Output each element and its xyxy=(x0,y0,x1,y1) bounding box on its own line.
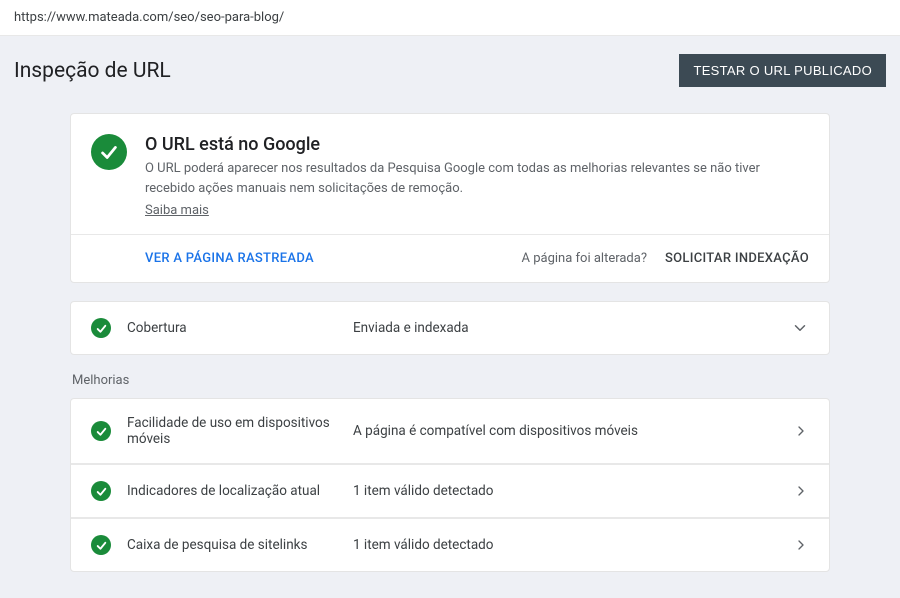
improvement-row-breadcrumb[interactable]: Indicadores de localização atual 1 item … xyxy=(71,464,829,518)
test-url-button[interactable]: TESTAR O URL PUBLICADO xyxy=(679,54,886,87)
main-content: O URL está no Google O URL poderá aparec… xyxy=(0,97,900,596)
card-actions: VER A PÁGINA RASTREADA A página foi alte… xyxy=(71,234,829,282)
learn-more-link[interactable]: Saiba mais xyxy=(145,203,209,218)
request-indexing-button[interactable]: SOLICITAR INDEXAÇÃO xyxy=(665,251,809,266)
page-title: Inspeção de URL xyxy=(14,59,171,83)
status-header: O URL está no Google O URL poderá aparec… xyxy=(71,114,829,234)
improvement-value: 1 item válido detectado xyxy=(353,483,777,499)
chevron-right-icon xyxy=(793,483,809,499)
chevron-right-icon xyxy=(793,423,809,439)
check-success-icon xyxy=(91,481,111,501)
view-crawled-button[interactable]: VER A PÁGINA RASTREADA xyxy=(145,251,314,266)
coverage-card: Cobertura Enviada e indexada xyxy=(70,301,830,355)
improvement-row-sitelinks[interactable]: Caixa de pesquisa de sitelinks 1 item vá… xyxy=(71,518,829,571)
improvements-label: Melhorias xyxy=(72,373,830,388)
improvement-label: Caixa de pesquisa de sitelinks xyxy=(127,537,337,553)
right-actions: A página foi alterada? SOLICITAR INDEXAÇ… xyxy=(522,251,810,266)
chevron-right-icon xyxy=(793,537,809,553)
chevron-down-icon xyxy=(791,319,809,337)
coverage-row[interactable]: Cobertura Enviada e indexada xyxy=(71,302,829,354)
status-text: O URL está no Google O URL poderá aparec… xyxy=(145,134,809,218)
coverage-label: Cobertura xyxy=(127,320,337,336)
status-heading: O URL está no Google xyxy=(145,134,809,155)
url-bar[interactable]: https://www.mateada.com/seo/seo-para-blo… xyxy=(0,0,900,36)
header-row: Inspeção de URL TESTAR O URL PUBLICADO xyxy=(0,36,900,97)
check-success-icon xyxy=(91,421,111,441)
check-success-icon xyxy=(91,318,111,338)
check-success-icon xyxy=(91,134,127,170)
status-description: O URL poderá aparecer nos resultados da … xyxy=(145,159,809,198)
improvements-card: Facilidade de uso em dispositivos móveis… xyxy=(70,398,830,572)
coverage-value: Enviada e indexada xyxy=(353,320,775,336)
status-card: O URL está no Google O URL poderá aparec… xyxy=(70,113,830,283)
improvement-label: Indicadores de localização atual xyxy=(127,483,337,499)
improvement-label: Facilidade de uso em dispositivos móveis xyxy=(127,415,337,447)
page-changed-text: A página foi alterada? xyxy=(522,251,647,266)
improvement-value: A página é compatível com dispositivos m… xyxy=(353,423,777,439)
improvement-row-mobile[interactable]: Facilidade de uso em dispositivos móveis… xyxy=(71,399,829,464)
improvement-value: 1 item válido detectado xyxy=(353,537,777,553)
check-success-icon xyxy=(91,535,111,555)
